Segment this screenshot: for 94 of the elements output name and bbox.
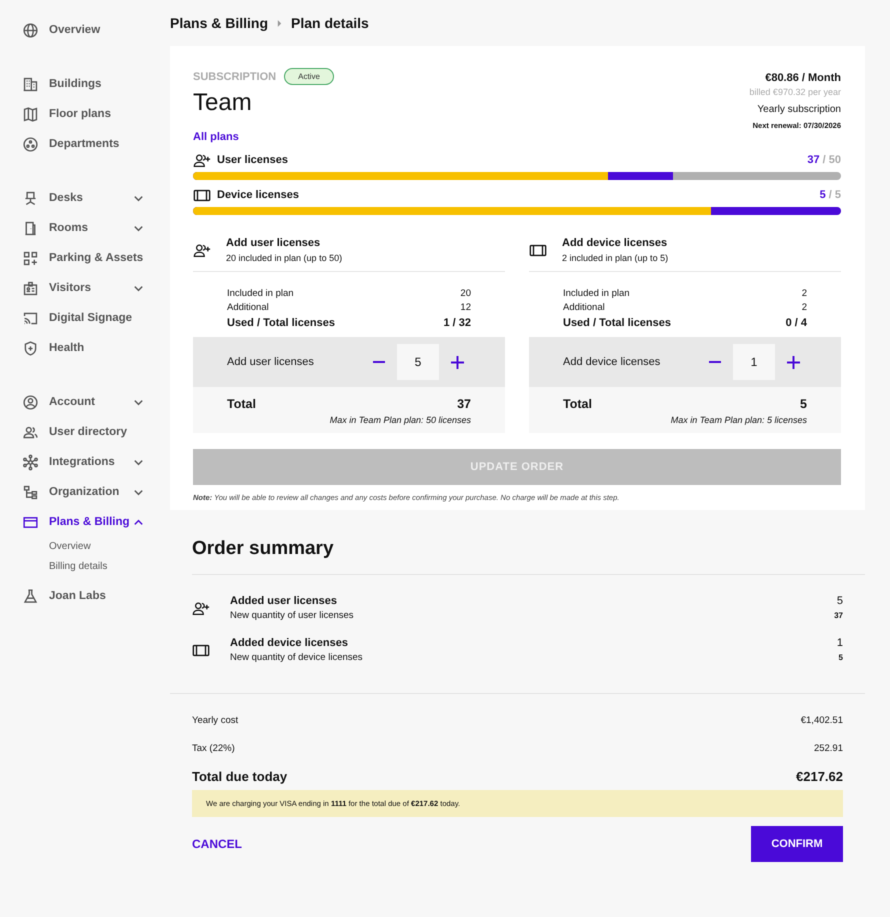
cost-label: Tax (22%)	[192, 742, 235, 754]
sidebar-item[interactable]: Health	[0, 333, 170, 363]
user-add-icon	[193, 243, 211, 258]
cost-label: Yearly cost	[192, 714, 238, 726]
sidebar-item[interactable]: Parking & Assets	[0, 243, 170, 273]
sidebar-item[interactable]: Floor plans	[0, 99, 170, 129]
sidebar-item[interactable]: Digital Signage	[0, 303, 170, 333]
sidebar-item[interactable]: Joan Labs	[0, 581, 170, 611]
building-icon	[22, 76, 39, 92]
sidebar-item[interactable]: User directory	[0, 417, 170, 447]
order-summary-title: Order summary	[192, 538, 865, 575]
total-value: 5	[800, 397, 807, 411]
new-quantity: 37	[834, 611, 843, 620]
flask-icon	[22, 588, 39, 604]
grid-icon	[22, 250, 39, 266]
sidebar-item[interactable]: Plans & Billing	[0, 507, 170, 537]
row-value: 0 / 4	[786, 316, 807, 331]
subscription-type: Yearly subscription	[756, 104, 841, 115]
sidebar-subitem[interactable]: Billing details	[0, 557, 170, 577]
breadcrumb-item[interactable]: Plans & Billing	[170, 15, 268, 31]
total-label: Total	[563, 397, 592, 411]
stepper-label: Add user licenses	[227, 356, 315, 368]
max-note: Max in Team Plan plan: 50 licenses	[328, 415, 471, 425]
status-badge: Active	[284, 68, 334, 85]
usage-label: Device licenses	[217, 189, 299, 201]
sidebar-item[interactable]: Desks	[0, 183, 170, 213]
cost-value: 252.91	[814, 742, 843, 754]
addon-subtitle: 2 included in plan (up to 5)	[562, 253, 668, 263]
usage-label: User licenses	[217, 154, 288, 166]
network-icon	[22, 454, 39, 470]
tablet-icon	[192, 643, 210, 658]
breadcrumb-arrow-icon	[277, 20, 282, 26]
sidebar-item[interactable]: Integrations	[0, 447, 170, 477]
shield-icon	[22, 340, 39, 356]
summary-item-subtitle: New quantity of user licenses	[230, 610, 354, 621]
row-label: Additional	[227, 301, 269, 315]
row-label: Included in plan	[227, 287, 294, 301]
summary-item-title: Added device licenses	[230, 637, 348, 649]
new-quantity: 5	[838, 653, 843, 662]
row-label: Used / Total licenses	[227, 316, 336, 331]
sidebar-item[interactable]: Account	[0, 387, 170, 417]
row-value: 12	[460, 301, 471, 315]
globe-icon	[22, 22, 39, 38]
cost-value: €1,402.51	[800, 714, 843, 726]
row-value: 2	[802, 287, 807, 301]
sidebar-item[interactable]: Visitors	[0, 273, 170, 303]
map-icon	[22, 106, 39, 122]
total-due-value: €217.62	[796, 768, 843, 784]
confirm-button[interactable]: CONFIRM	[751, 826, 843, 862]
row-value: 20	[460, 287, 471, 301]
plus-icon	[786, 356, 800, 368]
org-icon	[22, 484, 39, 500]
added-quantity: 5	[836, 595, 843, 607]
sidebar-subitem[interactable]: Overview	[0, 537, 170, 557]
badge-icon	[22, 280, 39, 296]
plus-icon	[450, 356, 464, 368]
tablet-icon	[193, 188, 211, 202]
row-label: Additional	[563, 301, 605, 315]
quantity-field[interactable]: 5	[397, 344, 439, 380]
stepper-label: Add device licenses	[563, 356, 662, 368]
sidebar-item[interactable]: Organization	[0, 477, 170, 507]
row-value: 2	[802, 301, 807, 315]
sidebar-item[interactable]: Overview	[0, 15, 170, 45]
breadcrumb-item: Plan details	[291, 15, 369, 31]
subscription-label: SUBSCRIPTION	[193, 70, 276, 82]
usage-count: 37 / 50	[807, 154, 841, 166]
max-note: Max in Team Plan plan: 5 licenses	[670, 415, 807, 425]
sidebar-item[interactable]: Departments	[0, 129, 170, 159]
quantity-field[interactable]: 1	[733, 344, 775, 380]
user-add-icon	[193, 152, 211, 168]
total-label: Total	[227, 397, 256, 411]
added-quantity: 1	[836, 637, 843, 649]
summary-item-subtitle: New quantity of device licenses	[230, 652, 363, 663]
addon-title: Add user licenses	[226, 237, 322, 249]
cast-icon	[22, 310, 39, 326]
all-plans-link[interactable]: All plans	[193, 131, 239, 143]
user-add-icon	[192, 601, 210, 616]
price: €80.86 / Month	[764, 72, 841, 84]
summary-item-title: Added user licenses	[230, 595, 337, 607]
total-due-label: Total due today	[192, 768, 288, 784]
row-value: 1 / 32	[443, 316, 471, 331]
addon-title: Add device licenses	[562, 237, 668, 249]
tablet-icon	[529, 243, 547, 258]
usage-count: 5 / 5	[820, 189, 841, 201]
account-icon	[22, 394, 39, 410]
sidebar-item[interactable]: Rooms	[0, 213, 170, 243]
plan-name: Team	[193, 89, 253, 117]
sidebar-item[interactable]: Buildings	[0, 69, 170, 99]
row-label: Used / Total licenses	[563, 316, 672, 331]
addon-subtitle: 20 included in plan (up to 50)	[226, 253, 342, 263]
cancel-link[interactable]: CANCEL	[192, 837, 242, 851]
total-value: 37	[457, 397, 471, 411]
billed-text: billed €970.32 per year	[749, 87, 841, 97]
row-label: Included in plan	[563, 287, 630, 301]
